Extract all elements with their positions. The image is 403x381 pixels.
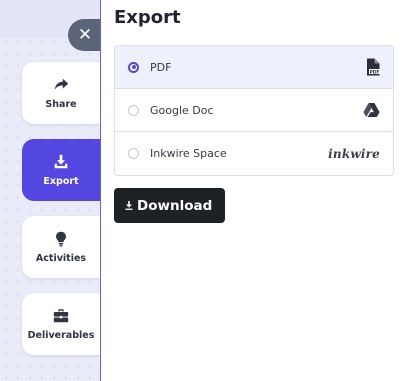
sidebar-item-label: Deliverables (27, 330, 95, 341)
svg-text:PDF: PDF (370, 69, 380, 75)
briefcase-icon (53, 309, 69, 323)
export-panel: Export PDF PDF Google Doc Inkwire Space (100, 0, 403, 381)
export-option-inkwire-space[interactable]: Inkwire Space inkwire (115, 132, 393, 175)
export-option-google-doc[interactable]: Google Doc (115, 89, 393, 132)
download-icon (125, 201, 133, 210)
sidebar-item-export[interactable]: Export (22, 139, 100, 201)
download-button-label: Download (137, 197, 213, 214)
sidebar-item-label: Export (43, 176, 79, 187)
radio-button-selected[interactable] (128, 61, 139, 73)
export-icon (54, 154, 68, 169)
export-option-label: Google Doc (150, 103, 214, 117)
export-option-pdf[interactable]: PDF PDF (115, 46, 393, 89)
sidebar-item-deliverables[interactable]: Deliverables (22, 293, 100, 355)
share-icon (54, 78, 69, 90)
sidebar-item-label: Activities (35, 253, 87, 264)
panel-title: Export (114, 7, 181, 28)
export-option-label: PDF (150, 60, 172, 74)
sidebar-item-label: Share (45, 99, 77, 110)
radio-button[interactable] (128, 104, 139, 116)
export-format-list: PDF PDF Google Doc Inkwire Space inkwire (114, 45, 394, 176)
close-icon: ✕ (77, 24, 93, 45)
download-button[interactable]: Download (114, 188, 226, 223)
sidebar-item-activities[interactable]: Activities (22, 216, 100, 278)
pdf-file-icon: PDF (367, 58, 380, 76)
sidebar-item-share[interactable]: Share (22, 62, 100, 124)
radio-button[interactable] (128, 148, 139, 159)
lightbulb-icon (56, 231, 66, 247)
google-drive-icon (363, 103, 380, 117)
export-option-label: Inkwire Space (150, 147, 227, 160)
inkwire-logo: inkwire (328, 146, 380, 161)
close-panel-button[interactable]: ✕ (68, 19, 100, 51)
